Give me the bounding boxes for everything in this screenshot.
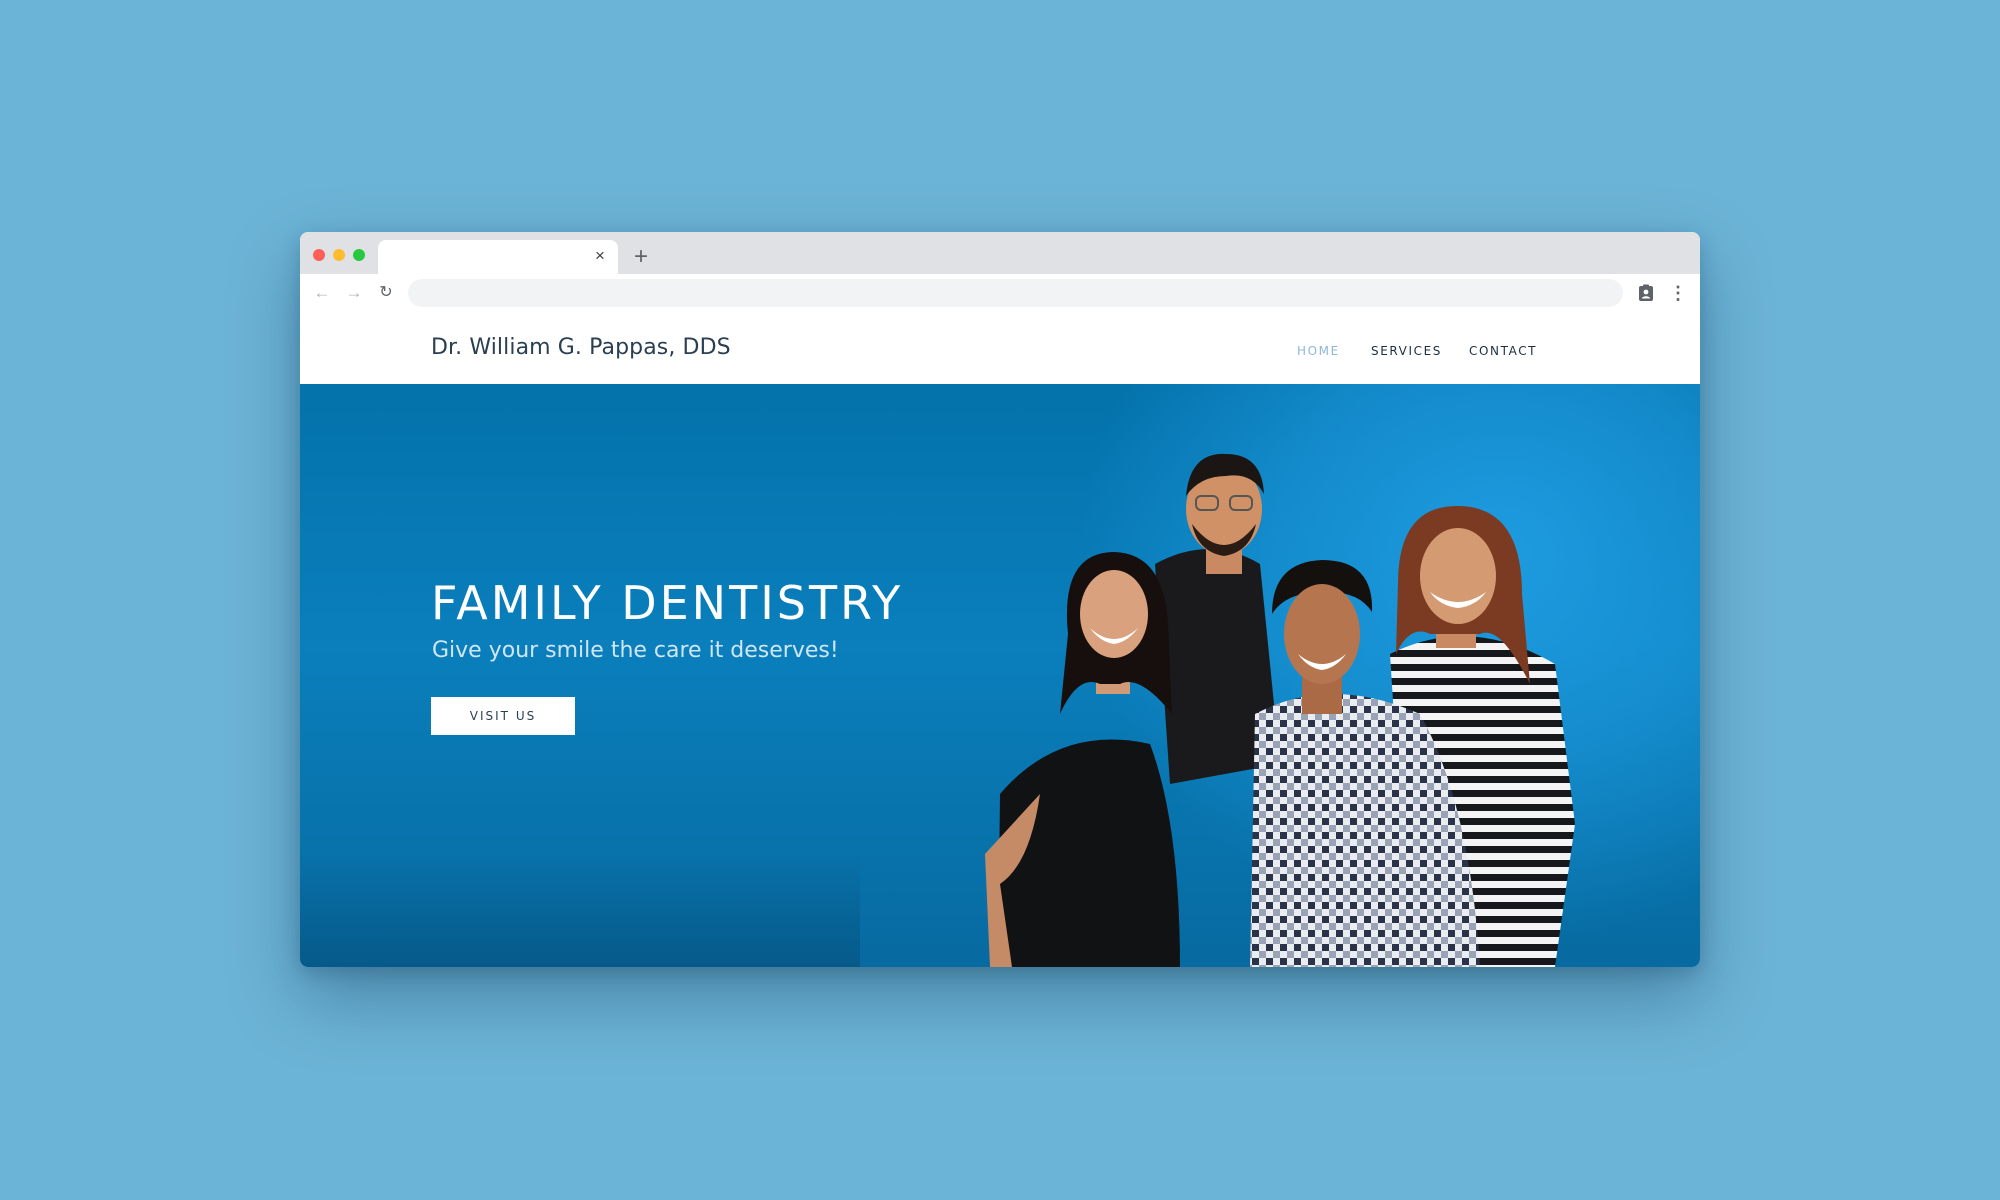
site-header: Dr. William G. Pappas, DDS HOME SERVICES… bbox=[300, 312, 1700, 384]
hero-title: FAMILY DENTISTRY bbox=[431, 576, 904, 630]
minimize-window-button[interactable] bbox=[333, 249, 345, 261]
hero-section: FAMILY DENTISTRY Give your smile the car… bbox=[300, 384, 1700, 967]
forward-arrow-icon[interactable]: → bbox=[342, 281, 366, 305]
back-arrow-icon[interactable]: ← bbox=[310, 281, 334, 305]
visit-us-button[interactable]: VISIT US bbox=[431, 697, 575, 735]
hero-subtitle: Give your smile the care it deserves! bbox=[432, 638, 839, 663]
person-front-left bbox=[985, 552, 1180, 967]
more-menu-icon[interactable]: ⋮ bbox=[1666, 281, 1690, 305]
tab-bar: × + bbox=[300, 232, 1700, 274]
nav-home[interactable]: HOME bbox=[1297, 344, 1340, 358]
clipboard-icon[interactable] bbox=[1638, 284, 1654, 302]
browser-toolbar: ← → ↻ ⋮ bbox=[300, 274, 1700, 313]
browser-tab[interactable]: × bbox=[378, 240, 618, 274]
reload-icon[interactable]: ↻ bbox=[374, 281, 398, 305]
address-bar[interactable] bbox=[408, 279, 1623, 307]
new-tab-icon[interactable]: + bbox=[628, 244, 654, 270]
close-icon[interactable]: × bbox=[590, 246, 610, 266]
nav-contact[interactable]: CONTACT bbox=[1469, 344, 1537, 358]
maximize-window-button[interactable] bbox=[353, 249, 365, 261]
close-window-button[interactable] bbox=[313, 249, 325, 261]
team-photo bbox=[985, 453, 1575, 967]
nav-services[interactable]: SERVICES bbox=[1371, 344, 1442, 358]
site-brand[interactable]: Dr. William G. Pappas, DDS bbox=[431, 335, 731, 360]
browser-window: × + ← → ↻ ⋮ Dr. William G. Pappas, DDS H… bbox=[300, 232, 1700, 967]
